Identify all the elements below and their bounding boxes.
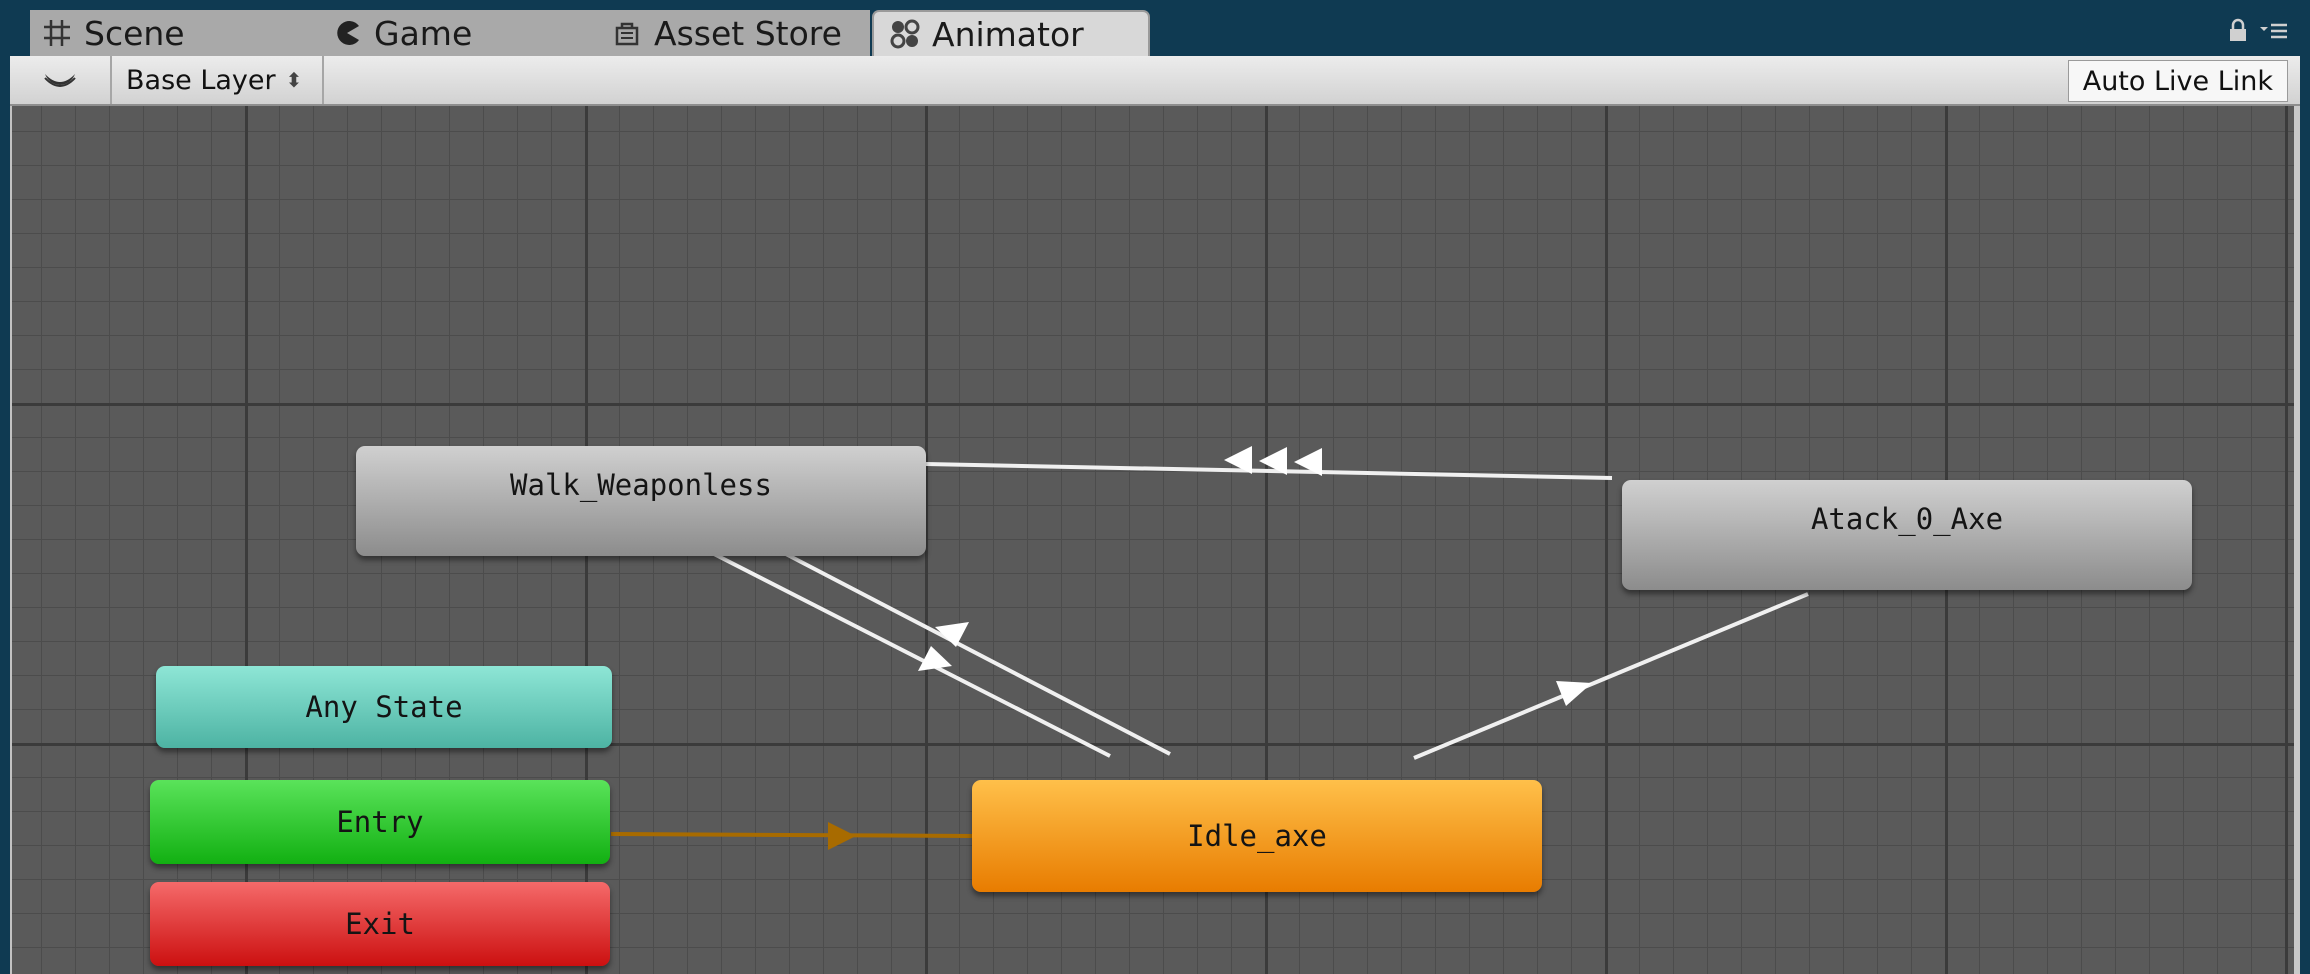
dropdown-arrows-icon: ⬍	[285, 68, 303, 92]
state-label: Atack_0_Axe	[1810, 502, 2004, 536]
window-edge	[2294, 106, 2300, 974]
tab-label: Scene	[84, 13, 185, 53]
state-label: Walk_Weaponless	[510, 468, 772, 502]
transition-walk-to-idle[interactable]	[713, 552, 1111, 758]
tab-scene[interactable]: Scene	[30, 10, 320, 56]
tab-asset-store[interactable]: Asset Store	[610, 10, 870, 56]
eye-icon	[43, 68, 77, 92]
state-label: Exit	[345, 907, 415, 941]
layer-dropdown[interactable]: Base Layer ⬍	[110, 56, 324, 104]
auto-live-link-button[interactable]: Auto Live Link	[2067, 60, 2288, 102]
tab-animator[interactable]: Animator	[872, 10, 1150, 56]
state-label: Idle_axe	[1187, 819, 1327, 853]
transition-idle-to-walk[interactable]	[781, 550, 1171, 756]
state-walk-weaponless[interactable]: Walk_Weaponless	[356, 446, 926, 556]
tab-game[interactable]: Game	[320, 10, 610, 56]
menu-icon[interactable]	[2260, 19, 2288, 45]
state-atack-0-axe[interactable]: Atack_0_Axe	[1622, 480, 2192, 590]
eye-toggle-button[interactable]	[10, 56, 112, 104]
layer-label: Base Layer	[126, 64, 276, 96]
animator-toolbar: Base Layer ⬍ Auto Live Link	[10, 56, 2300, 106]
tab-strip: Scene Game Asset Store Animator	[0, 0, 2310, 56]
pacman-icon	[330, 16, 364, 50]
tab-label: Animator	[932, 14, 1084, 54]
animator-window: Base Layer ⬍ Auto Live Link Walk_Weaponl…	[10, 56, 2300, 974]
transition-arrow-icon	[1556, 681, 1592, 706]
transition-entry-to-idle[interactable]	[610, 822, 973, 850]
state-any-state[interactable]: Any State	[156, 666, 612, 748]
auto-live-link-label: Auto Live Link	[2082, 65, 2273, 97]
state-idle-axe[interactable]: Idle_axe	[972, 780, 1542, 892]
grid-icon	[40, 16, 74, 50]
transition-arrow-icon	[828, 822, 856, 850]
tab-label: Asset Store	[654, 13, 842, 53]
transition-idle-to-attack[interactable]	[1413, 592, 1809, 760]
lock-icon[interactable]	[2228, 18, 2248, 46]
state-label: Any State	[305, 690, 463, 724]
window-controls	[2228, 18, 2288, 46]
shopping-bag-icon	[610, 16, 644, 50]
state-entry[interactable]: Entry	[150, 780, 610, 864]
animator-icon	[888, 17, 922, 51]
state-machine-graph[interactable]: Walk_Weaponless Atack_0_Axe Any State En…	[12, 106, 2294, 974]
tab-label: Game	[374, 13, 473, 53]
transition-attack-to-walk[interactable]	[925, 446, 1613, 480]
state-label: Entry	[336, 805, 424, 839]
state-exit[interactable]: Exit	[150, 882, 610, 966]
